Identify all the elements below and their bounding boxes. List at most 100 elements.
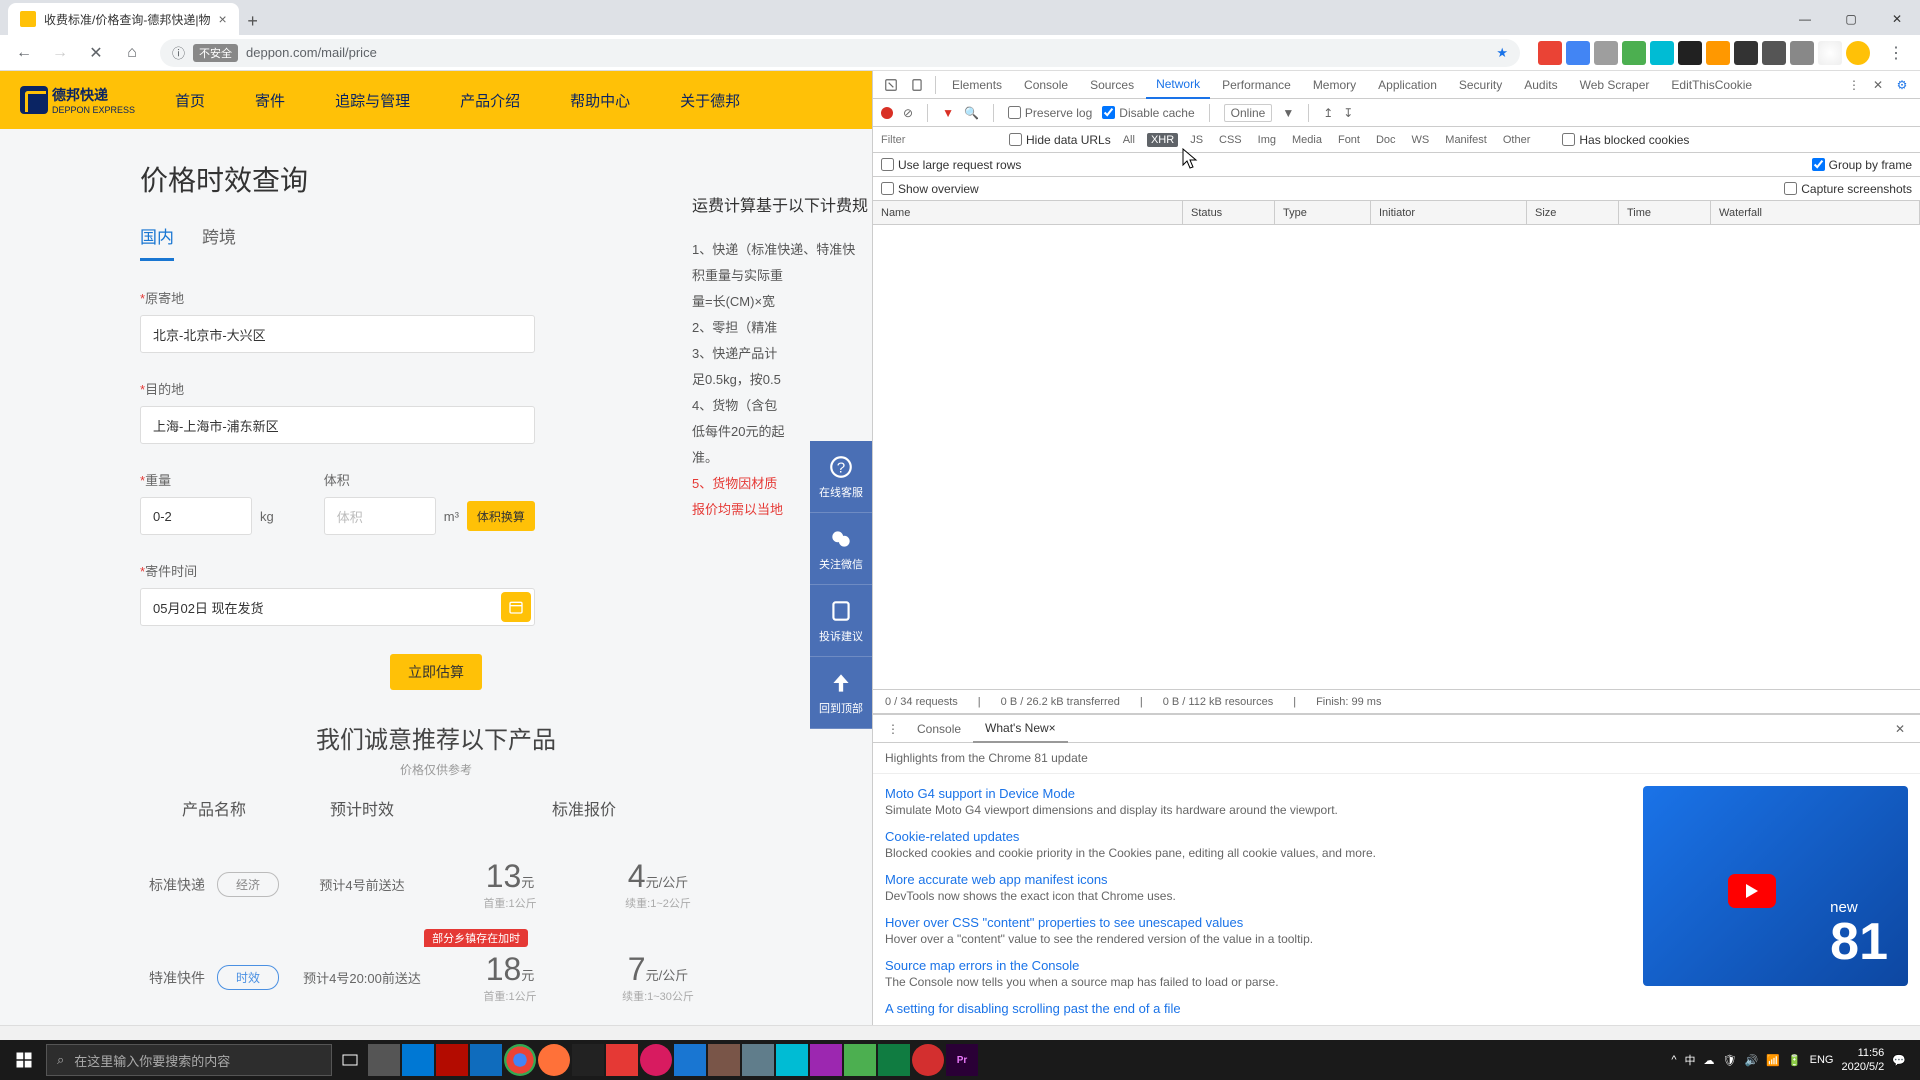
app-icon[interactable]	[606, 1044, 638, 1076]
browser-tab[interactable]: 收费标准/价格查询-德邦快递|物 ×	[8, 3, 239, 35]
clock[interactable]: 11:56 2020/5/2	[1841, 1046, 1884, 1075]
float-top[interactable]: 回到顶部	[810, 657, 872, 729]
home-button[interactable]: ⌂	[116, 37, 148, 69]
disable-cache-checkbox[interactable]: Disable cache	[1102, 106, 1194, 120]
news-item[interactable]: Cookie-related updatesBlocked cookies an…	[885, 829, 1623, 860]
stop-button[interactable]: ✕	[80, 37, 112, 69]
app-icon[interactable]	[470, 1044, 502, 1076]
dest-input[interactable]: 上海-上海市-浦东新区	[140, 406, 535, 444]
float-feedback[interactable]: 投诉建议	[810, 585, 872, 657]
ext-icon[interactable]	[1734, 41, 1758, 65]
volume-calc-button[interactable]: 体积换算	[467, 501, 535, 531]
app-icon[interactable]	[368, 1044, 400, 1076]
tray-chevron-icon[interactable]: ^	[1671, 1054, 1676, 1066]
product-row[interactable]: 部分乡镇存在加时 特准快件时效 预计4号20:00前送达 18元首重:1公斤 7…	[140, 931, 732, 1024]
close-tab-icon[interactable]: ×	[1049, 721, 1056, 735]
devtools-tab-performance[interactable]: Performance	[1212, 71, 1301, 99]
filter-ws[interactable]: WS	[1408, 133, 1434, 147]
logo[interactable]: 德邦快递 DEPPON EXPRESS	[20, 85, 135, 115]
lang-indicator[interactable]: ENG	[1810, 1054, 1834, 1066]
excel-icon[interactable]	[878, 1044, 910, 1076]
devtools-tab-application[interactable]: Application	[1368, 71, 1447, 99]
throttle-select[interactable]: Online	[1224, 104, 1273, 122]
devtools-menu-icon[interactable]: ⋮	[1842, 73, 1866, 97]
app-icon[interactable]	[844, 1044, 876, 1076]
calendar-icon[interactable]	[501, 592, 531, 622]
volume-icon[interactable]: 🔊	[1745, 1054, 1759, 1067]
filter-img[interactable]: Img	[1254, 133, 1280, 147]
news-video-thumbnail[interactable]: new81	[1643, 786, 1908, 986]
ime-indicator[interactable]: 中	[1685, 1052, 1696, 1068]
app-icon[interactable]	[742, 1044, 774, 1076]
profile-avatar[interactable]	[1846, 41, 1870, 65]
date-input[interactable]: 05月02日 现在发货	[140, 588, 535, 626]
news-item[interactable]: A setting for disabling scrolling past t…	[885, 1001, 1623, 1016]
ext-icon[interactable]	[1790, 41, 1814, 65]
nav-track[interactable]: 追踪与管理	[335, 90, 410, 111]
notifications-icon[interactable]: 💬	[1892, 1054, 1906, 1067]
throttle-chevron-icon[interactable]: ▼	[1282, 106, 1294, 120]
app-icon[interactable]	[810, 1044, 842, 1076]
premiere-icon[interactable]: Pr	[946, 1044, 978, 1076]
nav-ship[interactable]: 寄件	[255, 90, 285, 111]
upload-icon[interactable]: ↥	[1323, 106, 1333, 120]
wifi-icon[interactable]: 📶	[1766, 1054, 1780, 1067]
drawer-whatsnew-tab[interactable]: What's New ×	[973, 715, 1068, 743]
taskview-icon[interactable]	[334, 1044, 366, 1076]
battery-icon[interactable]: 🔋	[1788, 1054, 1802, 1067]
filter-input[interactable]	[881, 134, 1001, 146]
devtools-tab-cookie[interactable]: EditThisCookie	[1661, 71, 1762, 99]
filter-font[interactable]: Font	[1334, 133, 1364, 147]
product-row[interactable]: 标准快递经济 预计4号前送达 13元首重:1公斤 4元/公斤续重:1~2公斤	[140, 838, 732, 931]
filter-css[interactable]: CSS	[1215, 133, 1246, 147]
news-item[interactable]: More accurate web app manifest iconsDevT…	[885, 872, 1623, 903]
app-icon[interactable]	[776, 1044, 808, 1076]
drawer-close-icon[interactable]: ✕	[1888, 717, 1912, 741]
record-button[interactable]	[881, 107, 893, 119]
hide-urls-checkbox[interactable]: Hide data URLs	[1009, 133, 1111, 147]
devtools-tab-sources[interactable]: Sources	[1080, 71, 1144, 99]
col-waterfall[interactable]: Waterfall	[1711, 201, 1920, 224]
new-tab-button[interactable]: +	[239, 7, 267, 35]
ext-icon[interactable]	[1622, 41, 1646, 65]
tray-icon[interactable]: ☁	[1704, 1054, 1715, 1067]
devtools-tab-webscraper[interactable]: Web Scraper	[1570, 71, 1660, 99]
url-bar[interactable]: ⓘ 不安全 deppon.com/mail/price ★	[160, 39, 1520, 67]
close-icon[interactable]: ×	[218, 11, 226, 27]
taskbar-search[interactable]: ⌕在这里输入你要搜索的内容	[46, 1044, 332, 1076]
search-icon[interactable]: 🔍	[964, 106, 979, 120]
filter-other[interactable]: Other	[1499, 133, 1535, 147]
nav-home[interactable]: 首页	[175, 90, 205, 111]
start-button[interactable]	[4, 1040, 44, 1080]
col-initiator[interactable]: Initiator	[1371, 201, 1527, 224]
large-rows-checkbox[interactable]: Use large request rows	[881, 158, 1021, 172]
float-support[interactable]: ?在线客服	[810, 441, 872, 513]
minimize-button[interactable]: —	[1782, 3, 1828, 35]
ext-icon[interactable]	[1818, 41, 1842, 65]
star-icon[interactable]: ★	[1496, 45, 1508, 61]
col-size[interactable]: Size	[1527, 201, 1619, 224]
ext-icon[interactable]	[1762, 41, 1786, 65]
col-type[interactable]: Type	[1275, 201, 1371, 224]
devtools-tab-network[interactable]: Network	[1146, 71, 1210, 99]
show-overview-checkbox[interactable]: Show overview	[881, 182, 979, 196]
col-status[interactable]: Status	[1183, 201, 1275, 224]
devtools-settings-icon[interactable]: ⚙	[1890, 73, 1914, 97]
devtools-tab-elements[interactable]: Elements	[942, 71, 1012, 99]
app-icon[interactable]	[708, 1044, 740, 1076]
ext-icon[interactable]	[1678, 41, 1702, 65]
filter-all[interactable]: All	[1119, 133, 1139, 147]
maximize-button[interactable]: ▢	[1828, 3, 1874, 35]
back-button[interactable]: ←	[8, 37, 40, 69]
filter-media[interactable]: Media	[1288, 133, 1326, 147]
download-icon[interactable]: ↧	[1343, 106, 1353, 120]
ext-icon[interactable]	[1650, 41, 1674, 65]
blocked-cookies-checkbox[interactable]: Has blocked cookies	[1562, 133, 1689, 147]
devtools-tab-memory[interactable]: Memory	[1303, 71, 1366, 99]
app-icon[interactable]	[912, 1044, 944, 1076]
news-item[interactable]: Moto G4 support in Device ModeSimulate M…	[885, 786, 1623, 817]
device-icon[interactable]	[905, 73, 929, 97]
ext-icon[interactable]	[1594, 41, 1618, 65]
news-item[interactable]: Hover over CSS "content" properties to s…	[885, 915, 1623, 946]
app-icon[interactable]	[640, 1044, 672, 1076]
